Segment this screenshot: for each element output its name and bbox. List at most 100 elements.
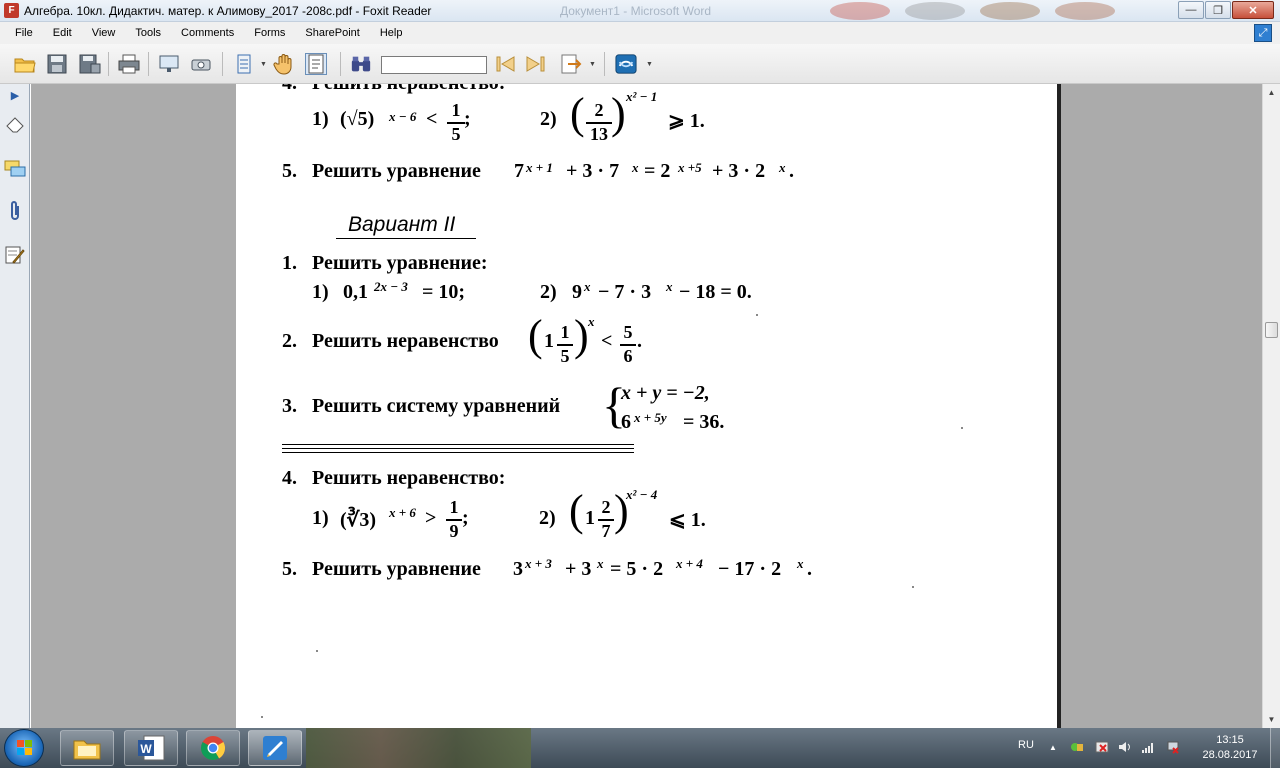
- document-viewport[interactable]: 4. Решить неравенство: 1) (√5) x − 6 < 1…: [31, 84, 1262, 728]
- signature-pen-icon[interactable]: [4, 244, 26, 266]
- signal-strength-icon[interactable]: [1141, 740, 1155, 754]
- find-binoculars-icon[interactable]: [350, 53, 372, 75]
- section-divider: [282, 444, 634, 445]
- save-icon[interactable]: [46, 53, 68, 75]
- pages-eraser-icon[interactable]: [4, 114, 26, 136]
- scroll-down-icon[interactable]: ▼: [1263, 711, 1280, 728]
- task4-item2-exponent: x² − 4: [626, 487, 658, 502]
- minimize-button[interactable]: —: [1178, 1, 1204, 19]
- system-clock[interactable]: 13:15 28.08.2017: [1192, 733, 1268, 763]
- task3-text: Решить систему уравнений: [312, 395, 561, 417]
- volume-icon[interactable]: [1118, 740, 1132, 754]
- print-icon[interactable]: [118, 53, 140, 75]
- maximize-button[interactable]: ❐: [1205, 1, 1231, 19]
- task5-term-b: + 3: [565, 558, 592, 580]
- task1-item1-label: 1): [312, 281, 329, 303]
- prev-task5-term-a: 7: [514, 160, 524, 182]
- chevron-down-icon[interactable]: ▼: [260, 61, 267, 68]
- task2-number: 2.: [282, 330, 297, 352]
- task1-item2-exp-b: x: [666, 279, 673, 294]
- prev-task4-item1-exponent: x − 6: [389, 109, 417, 124]
- prev-task4-number: 4.: [282, 84, 297, 95]
- start-button[interactable]: [4, 729, 44, 767]
- open-folder-icon[interactable]: [14, 53, 36, 75]
- task2-denominator: 5: [560, 346, 570, 366]
- task3-eq2-exponent: x + 5y: [634, 410, 667, 425]
- clock-date: 28.08.2017: [1202, 749, 1258, 761]
- comments-icon[interactable]: [4, 158, 26, 180]
- network-app-icon[interactable]: [1070, 740, 1084, 754]
- save-as-icon[interactable]: [79, 53, 101, 75]
- task5-exp-d: x: [797, 556, 804, 571]
- task3-eq2-rest: = 36.: [683, 411, 725, 433]
- previous-result-icon[interactable]: [494, 53, 516, 75]
- scroll-up-icon[interactable]: ▲: [1263, 84, 1280, 101]
- chrome-icon: [200, 736, 226, 761]
- foxit-app-icon[interactable]: F: [4, 3, 19, 18]
- variant-title: Вариант II: [348, 213, 456, 236]
- task5-end: .: [807, 558, 812, 580]
- task4-item2-whole: 1: [585, 507, 595, 529]
- menu-file[interactable]: File: [15, 27, 33, 39]
- menu-sharepoint[interactable]: SharePoint: [305, 27, 359, 39]
- task5-number: 5.: [282, 558, 297, 580]
- scan-icon[interactable]: [190, 53, 212, 75]
- prev-task5-term-b: + 3 · 7: [566, 160, 620, 182]
- menu-comments[interactable]: Comments: [181, 27, 234, 39]
- task4-item1-label: 1): [312, 507, 329, 529]
- menu-view[interactable]: View: [92, 27, 116, 39]
- left-navigation-panel: ▶: [0, 84, 30, 728]
- taskbar-chrome[interactable]: [186, 730, 240, 766]
- export-icon[interactable]: [560, 53, 582, 75]
- toolbar-separator: [148, 52, 149, 76]
- close-button[interactable]: ✕: [1232, 1, 1274, 19]
- presentation-icon[interactable]: [158, 53, 180, 75]
- next-result-icon[interactable]: [525, 53, 547, 75]
- show-hidden-icons-icon[interactable]: ▲: [1046, 740, 1060, 754]
- prev-task4-item2-numerator: 2: [594, 100, 604, 120]
- menu-forms[interactable]: Forms: [254, 27, 285, 39]
- task1-item2-term-c: − 18 = 0.: [679, 281, 752, 303]
- page-layout-icon[interactable]: [233, 53, 255, 75]
- menu-tools[interactable]: Tools: [135, 27, 161, 39]
- security-alert-icon[interactable]: [1095, 740, 1109, 754]
- task1-item2-term-a: 9: [572, 281, 582, 303]
- hand-tool-icon[interactable]: [273, 53, 295, 75]
- scan-speck: [961, 427, 963, 429]
- right-paren: ): [574, 311, 589, 360]
- task4-item2-label: 2): [539, 507, 556, 529]
- restore-view-icon[interactable]: ⤢: [1254, 24, 1272, 42]
- prev-task5-exp-b: x: [632, 160, 639, 175]
- scan-speck: [261, 716, 263, 718]
- task4-item2-relation: ⩽ 1.: [669, 509, 706, 531]
- chevron-down-icon[interactable]: ▼: [646, 61, 653, 68]
- expand-panel-icon[interactable]: ▶: [4, 84, 26, 106]
- prev-task5-exp-a: x + 1: [526, 160, 553, 175]
- foxit-sharepoint-icon[interactable]: [615, 53, 637, 75]
- network-disconnected-icon[interactable]: [1166, 740, 1180, 754]
- task2-rhs-numerator: 5: [623, 322, 633, 342]
- select-text-icon[interactable]: [305, 53, 327, 75]
- attachment-paperclip-icon[interactable]: [4, 200, 26, 222]
- find-input[interactable]: [381, 56, 487, 74]
- menu-help[interactable]: Help: [380, 27, 403, 39]
- chevron-down-icon[interactable]: ▼: [589, 61, 596, 68]
- window-controls: — ❐ ✕: [1177, 1, 1274, 19]
- taskbar-foxit-reader[interactable]: [248, 730, 302, 766]
- show-desktop-button[interactable]: [1270, 728, 1280, 768]
- taskbar-explorer[interactable]: [60, 730, 114, 766]
- toolbar: ▼ ▼ ▼: [0, 44, 1280, 84]
- input-language[interactable]: RU: [1018, 739, 1034, 751]
- scrollbar-thumb[interactable]: [1265, 322, 1278, 338]
- menu-edit[interactable]: Edit: [53, 27, 72, 39]
- section-divider: [282, 448, 634, 449]
- scan-speck: [756, 314, 758, 316]
- explorer-icon: [73, 740, 101, 760]
- prev-task4-item1-end: ;: [464, 108, 471, 130]
- task2-rhs-denominator: 6: [623, 346, 633, 366]
- taskbar-word[interactable]: W: [124, 730, 178, 766]
- right-paren: ): [611, 89, 626, 138]
- prev-task4-text: Решить неравенство:: [312, 84, 505, 95]
- prev-task5-exp-d: x: [779, 160, 786, 175]
- vertical-scrollbar[interactable]: ▲ ▼: [1262, 84, 1280, 728]
